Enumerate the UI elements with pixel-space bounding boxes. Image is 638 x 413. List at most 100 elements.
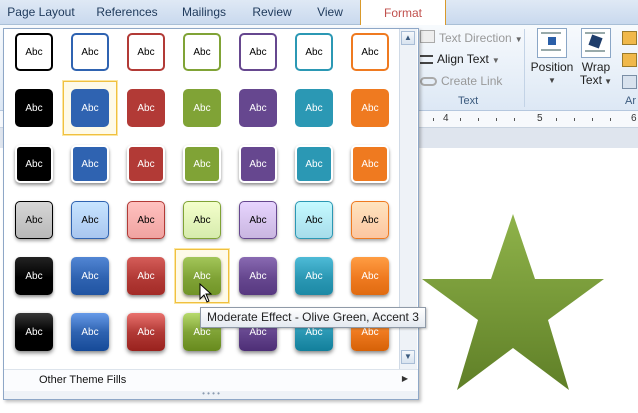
tab-references[interactable]: References: [96, 0, 158, 24]
style-swatch[interactable]: Abc: [239, 33, 277, 71]
send-backward-icon[interactable]: [622, 53, 637, 67]
swatch-label: Abc: [249, 46, 267, 58]
swatch-label: Abc: [305, 326, 323, 338]
align-text-button[interactable]: Align Text ▼: [420, 52, 500, 66]
style-swatch[interactable]: Abc: [239, 89, 277, 127]
tab-review[interactable]: Review: [250, 0, 294, 24]
ruler-tick: [478, 118, 479, 121]
swatch-label: Abc: [361, 102, 379, 114]
style-swatch[interactable]: Abc: [183, 89, 221, 127]
bring-forward-icon[interactable]: [622, 31, 637, 45]
style-swatch[interactable]: Abc: [15, 201, 53, 239]
style-swatch[interactable]: Abc: [127, 33, 165, 71]
style-swatch[interactable]: Abc: [183, 145, 221, 183]
tab-view[interactable]: View: [312, 0, 348, 24]
swatch-label: Abc: [193, 326, 211, 338]
wrap-text-button[interactable]: Wrap Text ▼: [576, 28, 616, 88]
style-swatch[interactable]: Abc: [15, 33, 53, 71]
style-swatch[interactable]: Abc: [71, 257, 109, 295]
style-swatch[interactable]: Abc: [295, 89, 333, 127]
create-link-label: Create Link: [441, 74, 503, 88]
link-icon: [420, 77, 437, 86]
style-swatch[interactable]: Abc: [127, 313, 165, 351]
style-swatch[interactable]: Abc: [71, 313, 109, 351]
create-link-button[interactable]: Create Link: [420, 74, 502, 88]
style-swatch[interactable]: Abc: [15, 313, 53, 351]
swatch-label: Abc: [249, 326, 267, 338]
position-label: Position: [530, 60, 574, 74]
scroll-up-icon[interactable]: ▲: [401, 31, 415, 45]
swatch-label: Abc: [361, 158, 379, 170]
chevron-down-icon: ▼: [601, 77, 613, 86]
scroll-down-icon[interactable]: ▼: [401, 350, 415, 364]
style-swatch[interactable]: Abc: [295, 145, 333, 183]
style-swatch[interactable]: Abc: [239, 145, 277, 183]
style-swatch[interactable]: Abc: [127, 201, 165, 239]
swatch-label: Abc: [249, 270, 267, 282]
position-button[interactable]: Position ▼: [528, 28, 576, 87]
tab-mailings[interactable]: Mailings: [178, 0, 230, 24]
swatch-label: Abc: [25, 270, 43, 282]
style-swatch[interactable]: Abc: [71, 33, 109, 71]
style-swatch[interactable]: Abc: [15, 89, 53, 127]
style-swatch[interactable]: Abc: [351, 145, 389, 183]
style-swatch[interactable]: Abc: [351, 257, 389, 295]
swatch-label: Abc: [81, 46, 99, 58]
style-tooltip: Moderate Effect - Olive Green, Accent 3: [200, 307, 426, 328]
style-swatch[interactable]: Abc: [295, 257, 333, 295]
swatch-label: Abc: [361, 214, 379, 226]
tab-format[interactable]: Format: [360, 0, 446, 26]
align-text-label: Align Text: [437, 52, 489, 66]
chevron-down-icon: ▼: [548, 76, 556, 85]
swatch-label: Abc: [249, 102, 267, 114]
style-swatch[interactable]: Abc: [15, 257, 53, 295]
text-group-label: Text: [458, 95, 479, 107]
chevron-down-icon: ▼: [491, 56, 500, 65]
arrange-group-label: Ar: [625, 95, 636, 107]
other-theme-fills-label: Other Theme Fills: [39, 374, 127, 386]
style-swatch[interactable]: Abc: [71, 89, 109, 127]
style-swatch[interactable]: Abc: [239, 257, 277, 295]
align-text-icon: [420, 55, 433, 64]
style-swatch[interactable]: Abc: [351, 201, 389, 239]
ruler-number: 5: [537, 113, 543, 124]
style-swatch[interactable]: Abc: [351, 33, 389, 71]
swatch-label: Abc: [25, 46, 43, 58]
selection-pane-icon[interactable]: [622, 75, 637, 89]
style-swatch[interactable]: Abc: [183, 33, 221, 71]
style-swatch[interactable]: Abc: [15, 145, 53, 183]
swatch-label: Abc: [81, 326, 99, 338]
style-swatch[interactable]: Abc: [239, 201, 277, 239]
style-swatch[interactable]: Abc: [295, 201, 333, 239]
style-swatch[interactable]: Abc: [127, 145, 165, 183]
swatch-label: Abc: [81, 270, 99, 282]
style-swatch[interactable]: Abc: [295, 33, 333, 71]
style-swatch[interactable]: Abc: [183, 201, 221, 239]
style-swatch[interactable]: Abc: [351, 89, 389, 127]
text-direction-label: Text Direction: [439, 31, 512, 45]
ruler-tick: [556, 118, 557, 121]
position-icon: [537, 28, 567, 58]
resize-grip[interactable]: • • • •: [4, 390, 418, 399]
swatch-label: Abc: [361, 46, 379, 58]
style-swatch[interactable]: Abc: [71, 145, 109, 183]
swatch-label: Abc: [193, 102, 211, 114]
style-swatch[interactable]: Abc: [71, 201, 109, 239]
swatch-label: Abc: [249, 214, 267, 226]
swatch-label: Abc: [25, 326, 43, 338]
wrap-text-label-2: Text: [579, 73, 602, 87]
star-shape[interactable]: [420, 212, 606, 394]
style-swatch[interactable]: Abc: [127, 89, 165, 127]
style-swatch[interactable]: Abc: [127, 257, 165, 295]
swatch-label: Abc: [81, 158, 99, 170]
swatch-label: Abc: [305, 158, 323, 170]
swatch-label: Abc: [25, 102, 43, 114]
mouse-cursor-icon: [199, 283, 213, 303]
text-direction-button[interactable]: Text Direction ▼: [420, 30, 523, 45]
star-polygon: [422, 214, 604, 390]
chevron-right-icon: ▶: [401, 374, 408, 383]
swatch-label: Abc: [137, 270, 155, 282]
tab-page-layout[interactable]: Page Layout: [6, 0, 76, 24]
ruler-number: 4: [443, 113, 449, 124]
ribbon-tab-bar: Page Layout References Mailings Review V…: [0, 0, 638, 26]
